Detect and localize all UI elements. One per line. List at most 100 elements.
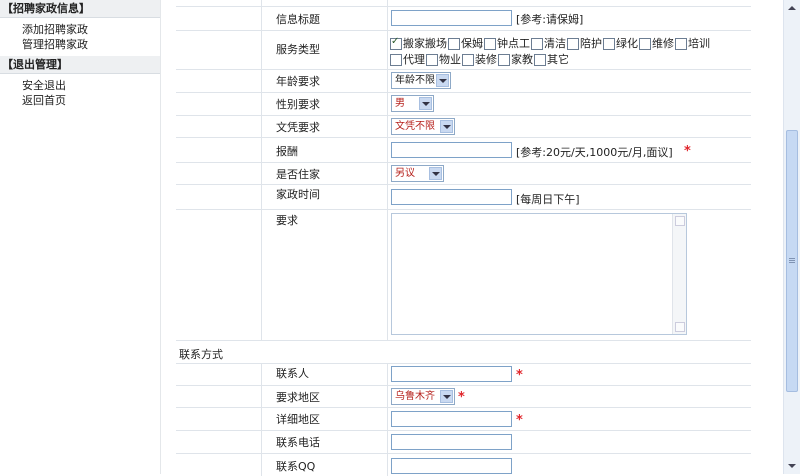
service-option-label: 维修 [652,37,674,50]
service-label: 服务类型 [276,43,320,56]
service-option-checkbox[interactable]: 钟点工 [484,35,530,51]
checkbox-icon[interactable] [462,54,474,66]
page-scrollbar[interactable] [783,0,800,474]
contact-person-label: 联系人 [276,367,309,380]
sidebar-item-manage-recruit[interactable]: 管理招聘家政 [0,37,160,52]
form-row-qq: 联系QQ [176,454,751,476]
form-row-age: 年龄要求 年龄不限 [176,70,751,93]
form-row-live-in: 是否住家 另议 [176,163,751,185]
service-option-label: 培训 [688,37,710,50]
checkbox-icon[interactable] [498,54,510,66]
service-options-line1: 搬家搬场 保姆 钟点工 清洁 陪护 绿化 维修 培训 [390,35,711,51]
scroll-up-icon[interactable] [675,216,685,226]
scroll-up-arrow-icon[interactable] [786,2,798,14]
sidebar-divider [160,0,161,474]
live-in-select-value: 另议 [395,168,415,179]
checkbox-icon[interactable] [603,38,615,50]
region-select[interactable]: 乌鲁木齐 [391,388,455,405]
service-option-checkbox[interactable]: 陪护 [567,35,602,51]
region-label: 要求地区 [276,391,320,404]
form-row-phone: 联系电话 [176,431,751,454]
pay-hint: [参考:20元/天,1000元/月,面议] [516,146,673,159]
service-option-label: 钟点工 [497,37,530,50]
phone-label: 联系电话 [276,436,320,449]
service-option-label: 保姆 [461,37,483,50]
gender-select-value: 男 [395,98,405,109]
sidebar-item-add-recruit[interactable]: 添加招聘家政 [0,22,160,37]
service-option-checkbox[interactable]: 其它 [534,51,569,67]
chevron-down-icon [440,120,453,133]
time-input[interactable] [391,189,512,205]
service-option-label: 搬家搬场 [403,37,447,50]
checkbox-icon[interactable] [639,38,651,50]
checkbox-icon[interactable] [531,38,543,50]
scroll-thumb[interactable] [786,130,798,392]
sidebar: 【招聘家政信息】 添加招聘家政 管理招聘家政 【退出管理】 安全退出 返回首页 [0,0,160,474]
grip-icon [789,258,795,259]
service-option-checkbox[interactable]: 维修 [639,35,674,51]
checkbox-icon[interactable] [484,38,496,50]
checkbox-icon[interactable] [534,54,546,66]
service-option-label: 其它 [547,53,569,66]
service-option-checkbox[interactable]: 保姆 [448,35,483,51]
form-top-row [176,0,751,7]
gender-label: 性别要求 [276,98,320,111]
pay-required-mark: * [684,144,691,159]
contact-person-required-mark: * [516,368,523,383]
scroll-down-icon[interactable] [675,322,685,332]
region-required-mark: * [458,390,465,405]
checkbox-icon[interactable] [390,54,402,66]
service-option-label: 绿化 [616,37,638,50]
live-in-select[interactable]: 另议 [391,165,444,182]
scroll-down-arrow-icon[interactable] [786,460,798,472]
service-option-label: 装修 [475,53,497,66]
education-label: 文凭要求 [276,121,320,134]
checkbox-icon[interactable] [675,38,687,50]
age-label: 年龄要求 [276,75,320,88]
service-option-checkbox[interactable]: 绿化 [603,35,638,51]
gender-select[interactable]: 男 [391,95,434,112]
qq-label: 联系QQ [276,460,316,473]
checkbox-icon[interactable] [567,38,579,50]
form-row-region: 要求地区 乌鲁木齐 * [176,386,751,408]
contact-form: 联系人 * 要求地区 乌鲁木齐 * 详细地区 * 联系电话 联系QQ [176,364,751,476]
education-select[interactable]: 文凭不限 [391,118,455,135]
checkbox-icon[interactable] [448,38,460,50]
service-option-checkbox[interactable]: 装修 [462,51,497,67]
pay-input[interactable] [391,142,512,158]
form-row-gender: 性别要求 男 [176,93,751,116]
textarea-scrollbar[interactable] [672,214,686,334]
form-row-title: 信息标题 [参考:请保姆] [176,7,751,31]
live-in-label: 是否住家 [276,168,320,181]
qq-input[interactable] [391,458,512,474]
service-options-line2: 代理 物业 装修 家教 其它 [390,51,570,67]
service-option-checkbox[interactable]: 培训 [675,35,710,51]
address-input[interactable] [391,411,512,427]
age-select[interactable]: 年龄不限 [391,72,451,89]
service-option-label: 代理 [403,53,425,66]
contact-person-input[interactable] [391,366,512,382]
phone-input[interactable] [391,434,512,450]
time-label: 家政时间 [276,188,320,201]
service-option-checkbox[interactable]: 物业 [426,51,461,67]
sidebar-item-safe-logout[interactable]: 安全退出 [0,78,160,93]
form-row-education: 文凭要求 文凭不限 [176,116,751,138]
sidebar-item-home[interactable]: 返回首页 [0,93,160,108]
requirement-textarea[interactable] [391,213,687,335]
sidebar-group-recruit: 【招聘家政信息】 [0,0,160,18]
title-input[interactable] [391,10,512,26]
chevron-down-icon [429,167,442,180]
chevron-down-icon [419,97,432,110]
service-option-label: 陪护 [580,37,602,50]
sidebar-group-logout: 【退出管理】 [0,56,160,74]
checkbox-checked-icon[interactable] [390,36,402,50]
service-option-checkbox[interactable]: 代理 [390,51,425,67]
service-option-checkbox[interactable]: 搬家搬场 [390,35,447,51]
checkbox-icon[interactable] [426,54,438,66]
requirement-label: 要求 [276,214,298,227]
age-select-value: 年龄不限 [395,75,435,86]
service-option-checkbox[interactable]: 家教 [498,51,533,67]
chevron-down-icon [436,74,449,87]
title-label: 信息标题 [276,13,320,26]
service-option-checkbox[interactable]: 清洁 [531,35,566,51]
